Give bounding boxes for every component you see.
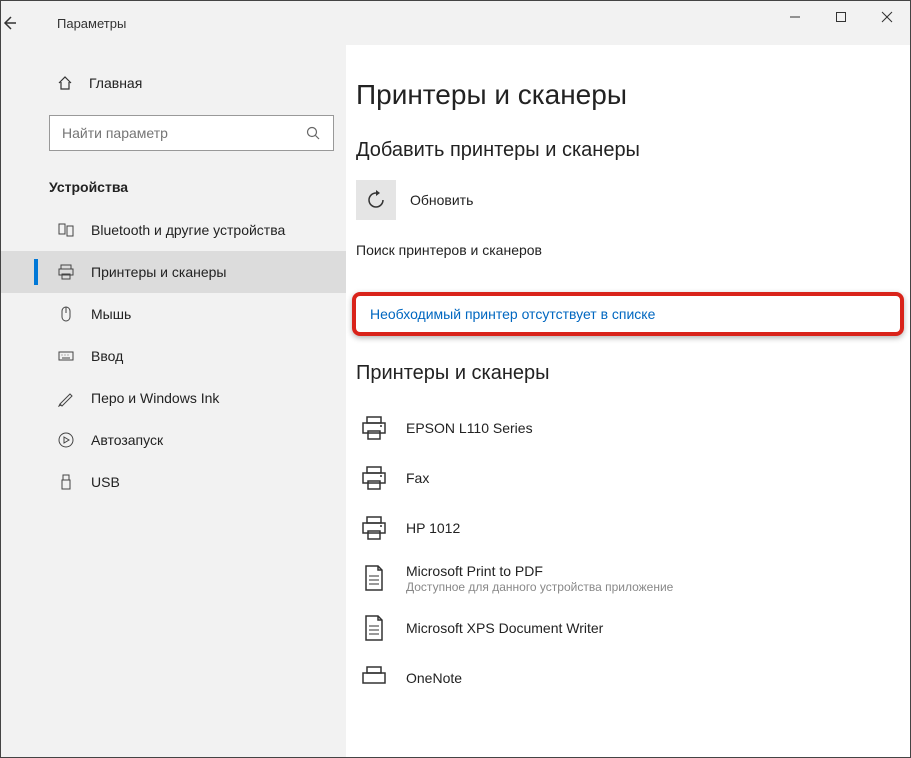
refresh-row: Обновить [356, 180, 910, 220]
printer-item[interactable]: EPSON L110 Series [346, 403, 910, 453]
pen-icon [57, 389, 77, 407]
search-box[interactable] [49, 115, 334, 151]
printer-name: EPSON L110 Series [406, 420, 533, 436]
sidebar-home-label: Главная [89, 75, 142, 91]
printer-item[interactable]: Microsoft Print to PDF Доступное для дан… [346, 553, 910, 603]
document-icon [356, 560, 392, 596]
printer-icon [57, 263, 77, 281]
sidebar-item-bluetooth[interactable]: Bluetooth и другие устройства [1, 209, 346, 251]
printer-name: Microsoft XPS Document Writer [406, 620, 603, 636]
printer-item[interactable]: OneNote [346, 653, 910, 703]
autoplay-icon [57, 431, 77, 449]
close-button[interactable] [864, 1, 910, 33]
printers-section-title: Принтеры и сканеры [356, 362, 910, 385]
keyboard-icon [57, 347, 77, 365]
usb-icon [57, 473, 77, 491]
document-icon [356, 610, 392, 646]
printer-device-icon [356, 510, 392, 546]
printer-name: Fax [406, 470, 429, 486]
printer-item[interactable]: HP 1012 [346, 503, 910, 553]
sidebar-item-label: Мышь [91, 306, 131, 322]
printer-item[interactable]: Fax [346, 453, 910, 503]
add-section-title: Добавить принтеры и сканеры [356, 139, 910, 162]
home-icon [57, 75, 75, 91]
printer-subtitle: Доступное для данного устройства приложе… [406, 580, 673, 594]
back-button[interactable] [1, 15, 45, 31]
maximize-button[interactable] [818, 1, 864, 33]
page-title: Принтеры и сканеры [356, 79, 910, 111]
printer-device-icon [356, 410, 392, 446]
sidebar-item-pen[interactable]: Перо и Windows Ink [1, 377, 346, 419]
mouse-icon [57, 305, 77, 323]
window-controls [772, 1, 910, 33]
printer-item[interactable]: Microsoft XPS Document Writer [346, 603, 910, 653]
titlebar: Параметры [1, 1, 910, 45]
printer-device-icon [356, 660, 392, 696]
refresh-label: Обновить [410, 192, 473, 208]
search-status: Поиск принтеров и сканеров [356, 242, 910, 258]
sidebar-item-autoplay[interactable]: Автозапуск [1, 419, 346, 461]
minimize-button[interactable] [772, 1, 818, 33]
sidebar-item-label: Принтеры и сканеры [91, 264, 226, 280]
window-title: Параметры [57, 16, 126, 31]
sidebar-item-label: Автозапуск [91, 432, 163, 448]
sidebar-item-label: Ввод [91, 348, 123, 364]
search-input[interactable] [62, 125, 305, 141]
printer-name: OneNote [406, 670, 462, 686]
sidebar-home[interactable]: Главная [1, 65, 346, 101]
printer-not-listed-link[interactable]: Необходимый принтер отсутствует в списке [352, 292, 904, 336]
sidebar-item-mouse[interactable]: Мышь [1, 293, 346, 335]
printer-device-icon [356, 460, 392, 496]
sidebar-item-usb[interactable]: USB [1, 461, 346, 503]
search-icon [305, 125, 321, 141]
sidebar-item-label: USB [91, 474, 120, 490]
main-panel: Принтеры и сканеры Добавить принтеры и с… [346, 45, 910, 757]
sidebar-item-label: Перо и Windows Ink [91, 390, 219, 406]
sidebar-item-label: Bluetooth и другие устройства [91, 222, 285, 238]
printer-not-listed-text: Необходимый принтер отсутствует в списке [370, 306, 886, 322]
sidebar-group-title: Устройства [1, 169, 346, 209]
sidebar: Главная Устройства Bluetooth и другие ус… [1, 45, 346, 757]
printer-name: Microsoft Print to PDF [406, 563, 673, 579]
sidebar-item-printers[interactable]: Принтеры и сканеры [1, 251, 346, 293]
refresh-button[interactable] [356, 180, 396, 220]
printer-name: HP 1012 [406, 520, 460, 536]
sidebar-item-typing[interactable]: Ввод [1, 335, 346, 377]
bluetooth-icon [57, 221, 77, 239]
